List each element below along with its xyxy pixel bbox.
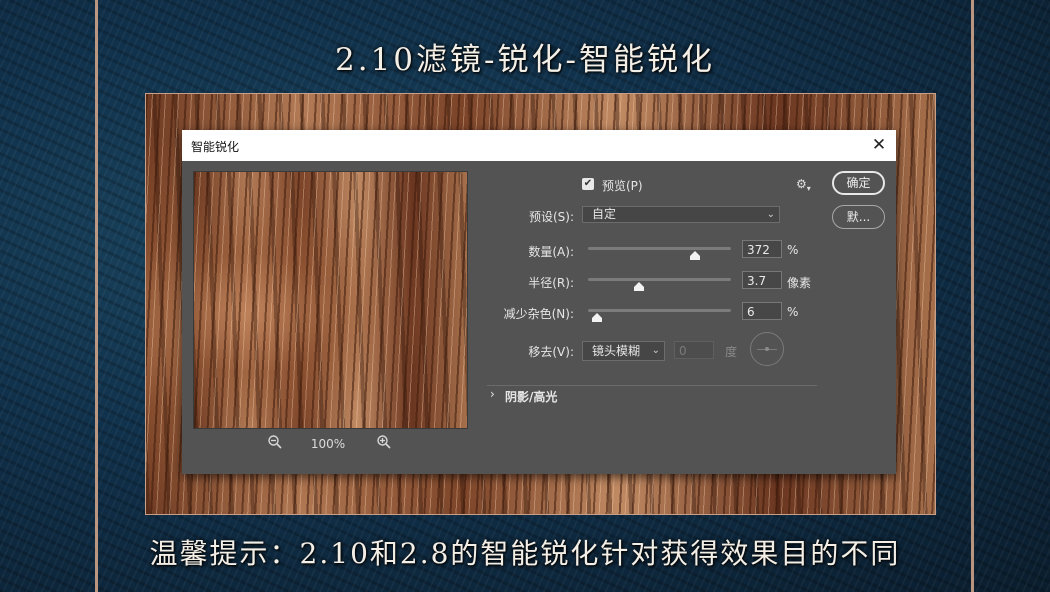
remove-select[interactable]: 镜头模糊 ⌄ [582,341,665,361]
section-divider [487,385,817,386]
remove-value: 镜头模糊 [592,344,641,358]
reset-button[interactable]: 默... [832,205,885,229]
radius-input[interactable]: 3.7 [742,271,782,289]
dialog-title: 智能锐化 [191,140,240,154]
chevron-down-icon: ⌄ [651,345,660,356]
zoom-bar: 100% [193,434,468,454]
slide-title: 2.10滤镜-锐化-智能锐化 [335,42,715,78]
amount-input[interactable]: 372 [742,240,782,258]
amount-unit: % [787,243,799,257]
gear-icon[interactable]: ⚙▾ [796,177,816,195]
zoom-level: 100% [310,437,346,451]
radius-slider-track[interactable] [588,278,731,281]
radius-unit: 像素 [787,276,812,290]
chevron-down-icon: ⌄ [766,209,775,220]
preset-value: 自定 [592,207,617,221]
radius-label: 半径(R): [528,276,574,290]
preset-label: 预设(S): [528,210,574,224]
noise-input[interactable]: 6 [742,302,782,320]
tip-text: 温馨提示：2.10和2.8的智能锐化针对获得效果目的不同 [149,537,901,570]
ok-button[interactable]: 确定 [832,171,885,195]
zoom-in-icon[interactable] [374,434,394,454]
radius-slider-thumb[interactable] [634,282,645,291]
amount-slider-track[interactable] [588,247,731,250]
angle-dial-icon [750,332,784,366]
angle-input: 0 [674,341,714,359]
noise-unit: % [787,305,799,319]
amount-label: 数量(A): [528,245,574,259]
close-icon[interactable]: ✕ [868,134,890,156]
dialog-titlebar: 智能锐化 ✕ [182,130,896,161]
preview-label: 预览(P) [602,179,643,193]
chevron-right-icon[interactable]: › [490,387,495,401]
preview-image[interactable] [193,171,468,429]
checkmark-icon: ✔ [583,178,593,189]
noise-label: 减少杂色(N): [503,307,574,321]
amount-slider-thumb[interactable] [690,251,701,260]
noise-slider-track[interactable] [588,309,731,312]
frame-line-left [95,0,98,592]
zoom-out-icon[interactable] [265,434,285,454]
smart-sharpen-dialog: 智能锐化 ✕ 100% ✔ 预览(P) ⚙▾ 确定 默... 预设(S): 自定… [182,130,896,474]
shadows-highlights-section[interactable]: 阴影/高光 [505,388,557,405]
frame-line-right [971,0,974,592]
remove-label: 移去(V): [528,345,574,359]
preview-checkbox[interactable]: ✔ [582,178,594,190]
preset-select[interactable]: 自定 ⌄ [582,206,780,223]
noise-slider-thumb[interactable] [591,313,602,322]
angle-unit: 度 [725,345,738,359]
